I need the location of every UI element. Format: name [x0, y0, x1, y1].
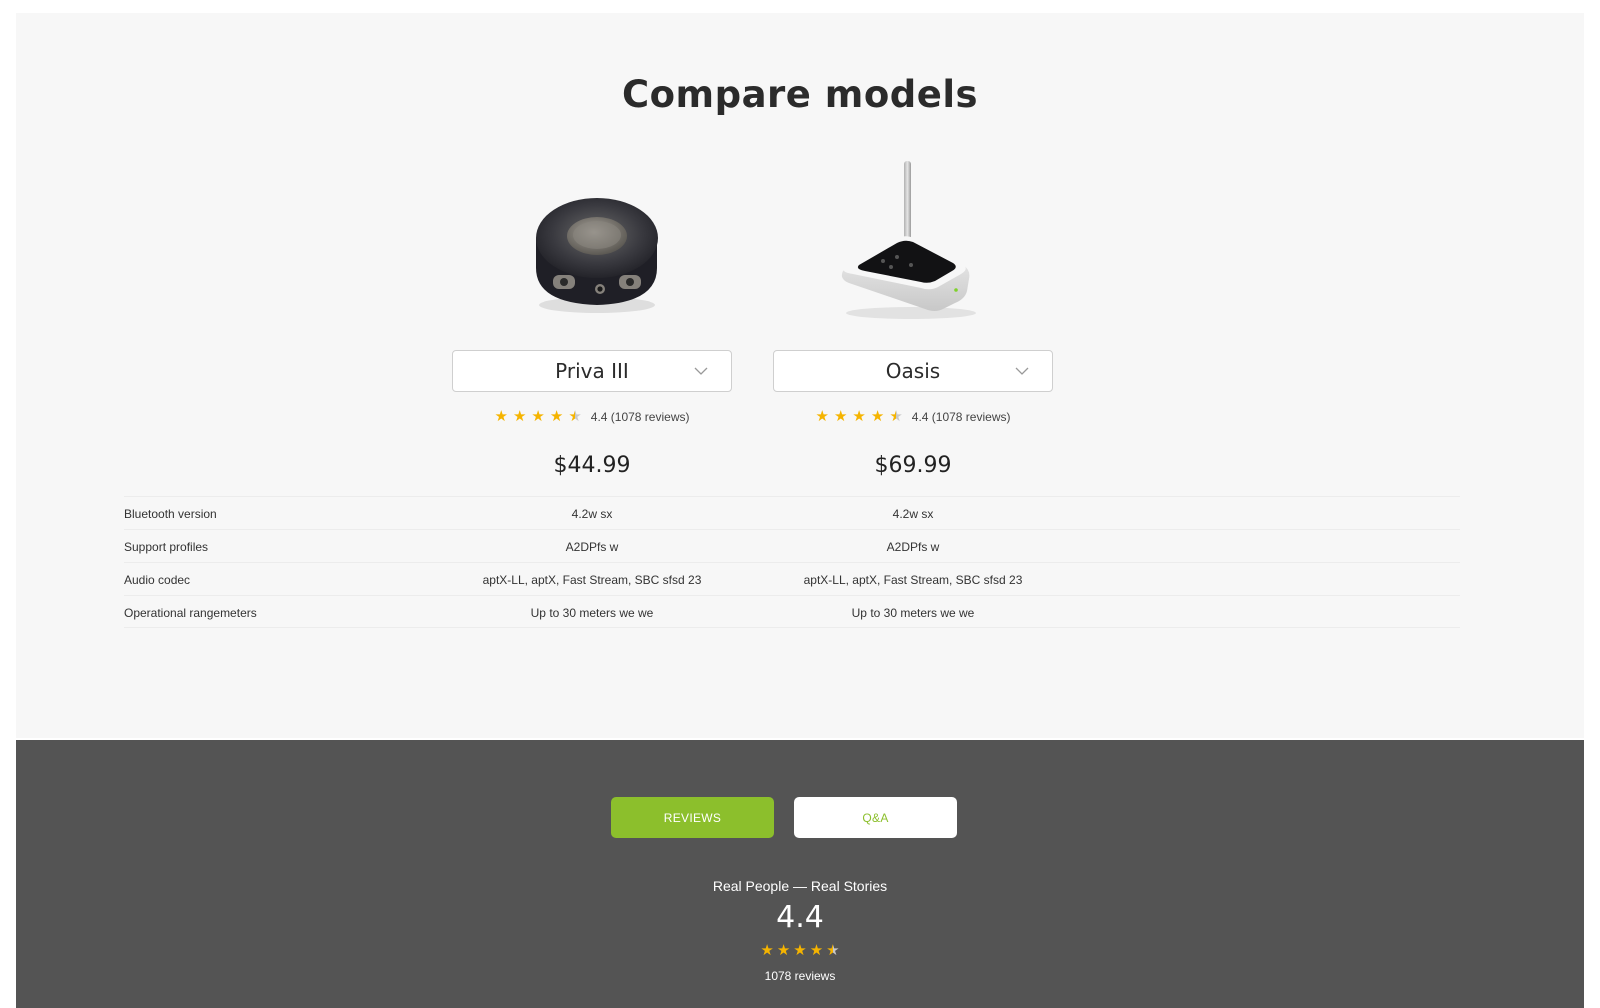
chevron-down-icon — [1015, 367, 1029, 375]
table-row: Support profiles A2DPfs w A2DPfs w — [124, 529, 1460, 562]
tab-reviews[interactable]: REVIEWS — [611, 797, 774, 838]
tab-qa[interactable]: Q&A — [794, 797, 957, 838]
spec-label: Bluetooth version — [124, 507, 217, 521]
page-title: Compare models — [621, 73, 979, 116]
product-rating[interactable]: ★ ★ ★ ★ ★ 4.4 (1078 reviews) — [773, 409, 1053, 424]
star-rating-icon: ★ ★ ★ ★ ★ — [760, 942, 840, 959]
compare-section: Compare models Priva III ★ ★ ★ ★ ★ 4.4 (… — [16, 13, 1584, 738]
spec-value: 4.2w sx — [571, 507, 613, 521]
antenna-transmitter-image — [773, 153, 1053, 323]
chevron-down-icon — [694, 367, 708, 375]
model-select-value: Oasis — [885, 359, 941, 383]
spec-value: A2DPfs w — [886, 540, 940, 554]
reviews-section: REVIEWS Q&A Real People — Real Stories 4… — [16, 740, 1584, 1008]
spec-value: 4.2w sx — [892, 507, 934, 521]
rating-text: 4.4 (1078 reviews) — [911, 409, 1011, 424]
review-count: 1078 reviews — [764, 969, 836, 983]
table-row: Operational rangemeters Up to 30 meters … — [124, 595, 1460, 628]
star-rating-icon: ★ ★ ★ ★ ★ — [815, 408, 903, 425]
table-row: Bluetooth version 4.2w sx 4.2w sx — [124, 496, 1460, 529]
spec-value: Up to 30 meters we we — [851, 606, 975, 620]
spec-value: aptX-LL, aptX, Fast Stream, SBC sfsd 23 — [803, 573, 1023, 587]
spec-value: A2DPfs w — [565, 540, 619, 554]
product-price: $69.99 — [874, 453, 952, 478]
rating-text: 4.4 (1078 reviews) — [590, 409, 690, 424]
model-select-2[interactable]: Oasis — [773, 350, 1053, 392]
product-column: Oasis ★ ★ ★ ★ ★ 4.4 (1078 reviews) $69.99 — [773, 153, 1053, 478]
puck-receiver-image — [452, 153, 732, 323]
table-row: Audio codec aptX-LL, aptX, Fast Stream, … — [124, 562, 1460, 595]
average-rating: 4.4 — [776, 900, 824, 935]
spec-value: Up to 30 meters we we — [530, 606, 654, 620]
model-select-value: Priva III — [555, 359, 629, 383]
spec-value: aptX-LL, aptX, Fast Stream, SBC sfsd 23 — [482, 573, 702, 587]
star-rating-icon: ★ ★ ★ ★ ★ — [494, 408, 582, 425]
spec-label: Operational rangemeters — [124, 606, 257, 620]
spec-label: Support profiles — [124, 540, 209, 554]
product-rating[interactable]: ★ ★ ★ ★ ★ 4.4 (1078 reviews) — [452, 409, 732, 424]
spec-table: Bluetooth version 4.2w sx 4.2w sx Suppor… — [124, 496, 1460, 628]
reviews-tagline: Real People — Real Stories — [712, 878, 888, 894]
product-price: $44.99 — [553, 453, 631, 478]
product-column: Priva III ★ ★ ★ ★ ★ 4.4 (1078 reviews) $44.9… — [452, 153, 732, 478]
model-select-1[interactable]: Priva III — [452, 350, 732, 392]
spec-label: Audio codec — [124, 573, 191, 587]
